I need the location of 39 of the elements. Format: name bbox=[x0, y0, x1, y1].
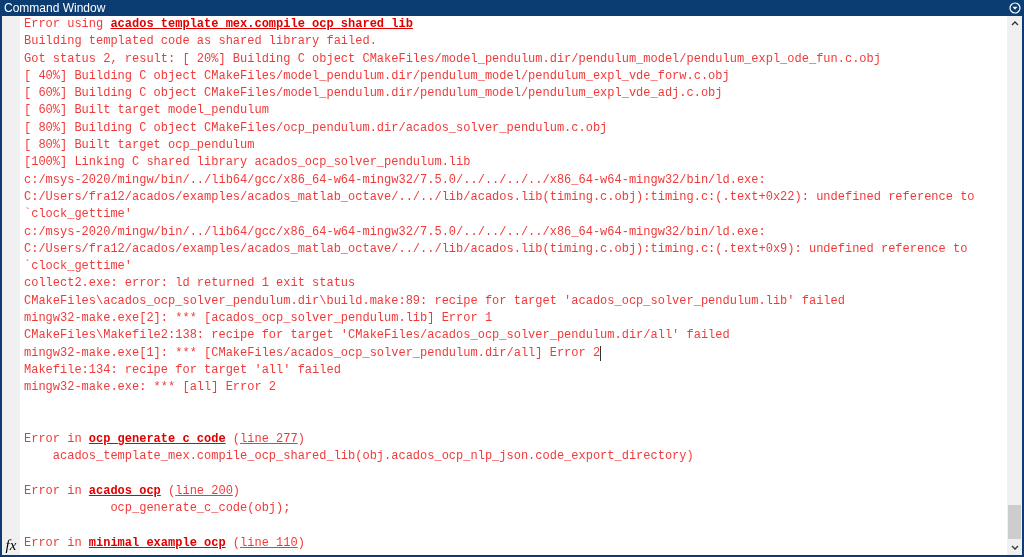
output-line: c:/msys-2020/mingw/bin/../lib64/gcc/x86_64-w64-mingw32/7.5.0/../../../../x86_64-w64-mingw32/bin/ld.exe: bbox=[24, 171, 766, 189]
window-title: Command Window bbox=[4, 2, 106, 14]
output-line: `clock_gettime' bbox=[24, 206, 133, 224]
output-line: acados_template_mex.compile_ocp_shared_lib(obj.acados_ocp_nlp_json.code_export_directory) bbox=[51, 448, 694, 466]
output-line: [ 40%] Building C object CMakeFiles/model_pendulum.dir/pendulum_model/pendulum_expl_vde_forw.c.obj bbox=[24, 67, 730, 85]
output-line: Got status 2, result: [ 20%] Building C object CMakeFiles/model_pendulum.dir/pendulum_model/pendulum_expl_ode_fun.c.obj bbox=[24, 50, 881, 68]
output-line: mingw32-make.exe[1]: *** [CMakeFiles/acados_ocp_solver_pendulum.dir/all] Error 2 bbox=[24, 344, 601, 362]
output-line: mingw32-make.exe[2]: *** [acados_ocp_solver_pendulum.lib] Error 1 bbox=[24, 310, 493, 328]
line-number-link[interactable]: line 200 bbox=[175, 484, 233, 498]
output-line: [ 80%] Building C object CMakeFiles/ocp_pendulum.dir/acados_solver_pendulum.c.obj bbox=[24, 119, 608, 137]
scrollbar[interactable] bbox=[1007, 16, 1022, 555]
output-line: [100%] Linking C shared library acados_ocp_solver_pendulum.lib bbox=[24, 154, 471, 172]
output-line: Error in ocp_generate_c_code (line 277) bbox=[24, 431, 305, 449]
function-link[interactable]: acados_template_mex.compile_ocp_shared_lib bbox=[110, 17, 413, 31]
output-line: CMakeFiles\Makefile2:138: recipe for target 'CMakeFiles/acados_ocp_solver_pendulum.dir/all' failed bbox=[24, 327, 730, 345]
output-line: CMakeFiles\acados_ocp_solver_pendulum.dir\build.make:89: recipe for target 'acados_ocp_solver_pendulum.lib' failed bbox=[24, 292, 845, 310]
output-line: Makefile:134: recipe for target 'all' failed bbox=[24, 361, 341, 379]
line-number-link[interactable]: line 277 bbox=[240, 432, 298, 447]
output-line: ocp_generate_c_code(obj); bbox=[109, 500, 291, 518]
output-line: mingw32-make.exe: *** [all] Error 2 bbox=[24, 379, 277, 397]
output-line: Error in minimal_example_ocp (line 110) bbox=[24, 534, 305, 552]
output-line: `clock_gettime' bbox=[24, 258, 133, 276]
output-line: C:/Users/fra12/acados/examples/acados_matlab_octave/../../lib/acados.lib(timing.c.obj):timing.c:(.text+0x22): undefined reference to bbox=[24, 188, 975, 206]
function-link[interactable]: acados_ocp bbox=[88, 484, 161, 498]
output-line: [ 60%] Building C object CMakeFiles/model_pendulum.dir/pendulum_model/pendulum_expl_vde_adj.c.obj bbox=[24, 85, 723, 103]
output-line: [ 80%] Built target ocp_pendulum bbox=[24, 137, 255, 155]
scrollbar-thumb[interactable] bbox=[1008, 505, 1021, 539]
output-line: [ 60%] Built target model_pendulum bbox=[24, 102, 269, 120]
fx-prompt-icon: fx bbox=[5, 538, 17, 553]
output-line: collect2.exe: error: ld returned 1 exit status bbox=[24, 275, 356, 293]
output-line: C:/Users/fra12/acados/examples/acados_matlab_octave/../../lib/acados.lib(timing.c.obj):timing.c:(.text+0x9): undefined reference to bbox=[24, 240, 968, 258]
output-line: Building templated code as shared library failed. bbox=[24, 33, 377, 51]
output-line: c:/msys-2020/mingw/bin/../lib64/gcc/x86_64-w64-mingw32/7.5.0/../../../../x86_64-w64-mingw32/bin/ld.exe: bbox=[24, 223, 766, 241]
line-number-link[interactable]: line 110 bbox=[240, 535, 298, 550]
dropdown-circle-icon[interactable] bbox=[1009, 2, 1021, 14]
function-link[interactable]: minimal_example_ocp bbox=[88, 535, 226, 550]
function-link[interactable]: ocp_generate_c_code bbox=[88, 432, 226, 447]
output-line: Error in acados_ocp (line 200) bbox=[24, 483, 241, 500]
output-line: Error using acados_template_mex.compile_ocp_shared_lib bbox=[24, 16, 413, 33]
